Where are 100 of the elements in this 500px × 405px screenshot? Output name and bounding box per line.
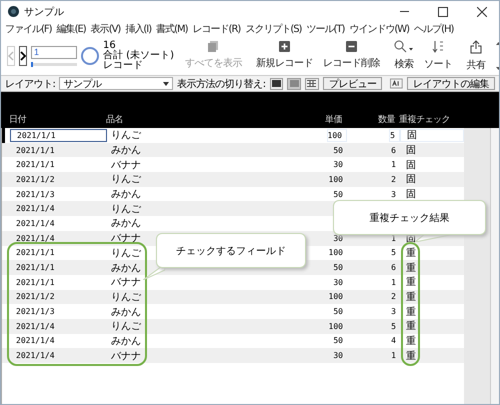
layout-label: レイアウト: bbox=[5, 78, 56, 90]
records-label: レコード bbox=[103, 60, 144, 70]
menu-item[interactable]: 表示(V) bbox=[90, 22, 120, 36]
records-icon bbox=[208, 41, 218, 52]
table-cell-text: 2021/1/1 bbox=[15, 263, 55, 272]
window-title: サンプル bbox=[24, 6, 65, 18]
table-cell-text: りんご bbox=[110, 320, 141, 334]
minimize-icon bbox=[400, 11, 408, 12]
view-button[interactable] bbox=[270, 78, 284, 90]
total-label: 合計 (未ソート) bbox=[103, 50, 174, 60]
table-cell-text: 100 bbox=[328, 248, 344, 258]
table-cell-text: みかん bbox=[110, 334, 141, 348]
table-cell[interactable]: 5 bbox=[389, 128, 400, 142]
edit-layout-button[interactable]: レイアウトの編集 bbox=[406, 77, 495, 90]
table-cell-text: 3 bbox=[391, 307, 397, 316]
menu-item[interactable]: ツール(T) bbox=[306, 22, 344, 36]
table-cell-text: みかん bbox=[110, 188, 141, 202]
view-switch-label: 表示方法の切り替え: bbox=[177, 78, 266, 90]
table-cell-text: 2021/1/3 bbox=[15, 307, 55, 316]
preview-button[interactable]: プレビュー bbox=[322, 77, 382, 90]
table-cell-text: 固 bbox=[405, 188, 416, 202]
table-cell-text: 重 bbox=[405, 290, 416, 304]
record-number-field[interactable]: 1 bbox=[31, 46, 77, 58]
table-cell-text: 重 bbox=[405, 334, 416, 348]
table-cell-text: バナナ bbox=[110, 232, 141, 246]
table-cell-text: 2021/1/1 bbox=[15, 278, 55, 287]
menu-item[interactable]: レコード(R) bbox=[192, 22, 240, 36]
table-cell-text: 30 bbox=[333, 234, 344, 243]
maximize-icon bbox=[438, 6, 448, 16]
table-cell-text: 固 bbox=[405, 173, 416, 186]
table-cell-text: 6 bbox=[391, 146, 397, 155]
sort-icon bbox=[432, 40, 444, 53]
menu-item[interactable]: 編集(E) bbox=[56, 22, 86, 36]
record-slider[interactable] bbox=[31, 62, 77, 66]
format-icon[interactable] bbox=[390, 78, 403, 89]
table-cell-text: 2 bbox=[391, 174, 397, 184]
menu-item[interactable]: 書式(M) bbox=[156, 22, 188, 36]
search-button[interactable]: 検索 bbox=[390, 40, 417, 71]
table-cell-text: 2021/1/4 bbox=[15, 234, 55, 243]
table-cell-text: 50 bbox=[333, 146, 344, 155]
table-cell-text: 1 bbox=[391, 351, 397, 360]
table-cell-text: 30 bbox=[333, 160, 344, 170]
table-cell-text: 5 bbox=[391, 248, 397, 258]
table-cell-text: 100 bbox=[328, 322, 344, 331]
new-button[interactable]: 新規レコード bbox=[252, 41, 316, 70]
table-cell-text: 1 bbox=[391, 234, 397, 243]
sort-button[interactable]: ソート bbox=[420, 40, 456, 71]
table-cell[interactable]: りんご bbox=[107, 128, 141, 142]
column-header: 日付 bbox=[9, 114, 28, 126]
forward-button[interactable] bbox=[19, 46, 27, 66]
share-icon bbox=[470, 40, 482, 54]
column-header: 単価 bbox=[324, 114, 343, 126]
delete-button[interactable]: レコード削除 bbox=[320, 41, 383, 70]
table-cell-text: 重 bbox=[405, 350, 416, 363]
table-cell-text: 2021/1/2 bbox=[15, 292, 55, 302]
table-cell-text: 2021/1/1 bbox=[15, 146, 55, 155]
table-cell-text: 重 bbox=[405, 306, 416, 319]
menu-item[interactable]: ヘルプ(H) bbox=[414, 22, 454, 36]
table-cell-text: 重 bbox=[405, 320, 416, 334]
menu-item[interactable]: ウインドウ(W) bbox=[349, 22, 410, 36]
chevron-left-icon bbox=[8, 50, 14, 60]
table-cell[interactable]: 固 bbox=[400, 128, 464, 142]
table-cell-text: 30 bbox=[333, 351, 344, 360]
minus-square-icon bbox=[346, 41, 357, 52]
table-cell-text: りんご bbox=[110, 290, 141, 304]
table-cell-text: 重 bbox=[405, 276, 416, 290]
table-cell-text: 固 bbox=[405, 158, 416, 172]
table-cell-text: 重 bbox=[405, 246, 416, 260]
table-cell-text: 100 bbox=[328, 292, 344, 302]
table-cell-text: バナナ bbox=[110, 158, 141, 172]
table-cell-text: りんご bbox=[110, 246, 141, 260]
table-cell-text: 30 bbox=[333, 278, 344, 287]
table-cell[interactable]: 2021/1/1 bbox=[10, 128, 107, 142]
column-header: 数量 bbox=[377, 114, 396, 126]
layout-dropdown[interactable]: サンプル bbox=[59, 77, 174, 90]
table-cell-text: りんご bbox=[110, 173, 141, 186]
view-button[interactable] bbox=[305, 78, 319, 90]
callout: チェックするフィールド bbox=[156, 233, 306, 268]
table-cell-text: 2021/1/4 bbox=[15, 218, 55, 228]
table-cell-text: 50 bbox=[333, 190, 344, 199]
table-cell-text: 2021/1/1 bbox=[15, 248, 55, 258]
column-header: 重複チェック bbox=[399, 114, 451, 126]
ring-icon bbox=[81, 46, 99, 64]
close-icon bbox=[477, 6, 487, 16]
table-cell-text: 固 bbox=[405, 144, 416, 158]
share-button[interactable]: 共有 bbox=[463, 40, 488, 72]
menu-item[interactable]: 挿入(I) bbox=[125, 22, 152, 36]
table-cell-text: 2021/1/1 bbox=[15, 160, 55, 170]
table-cell-text: りんご bbox=[110, 202, 141, 216]
table-cell-text: 50 bbox=[333, 307, 344, 316]
table-cell-text: みかん bbox=[110, 262, 141, 275]
table-cell-text: 50 bbox=[333, 336, 344, 346]
table-cell[interactable]: 100 bbox=[326, 128, 347, 142]
table-cell-text: みかん bbox=[110, 306, 141, 319]
table-cell-text: 2021/1/3 bbox=[15, 190, 55, 199]
caret-icon bbox=[163, 82, 170, 86]
table-cell-text: みかん bbox=[110, 217, 141, 230]
menu-item[interactable]: ファイル(F) bbox=[5, 22, 52, 36]
table-cell-text: 1 bbox=[391, 278, 397, 287]
menu-item[interactable]: スクリプト(S) bbox=[245, 22, 302, 36]
